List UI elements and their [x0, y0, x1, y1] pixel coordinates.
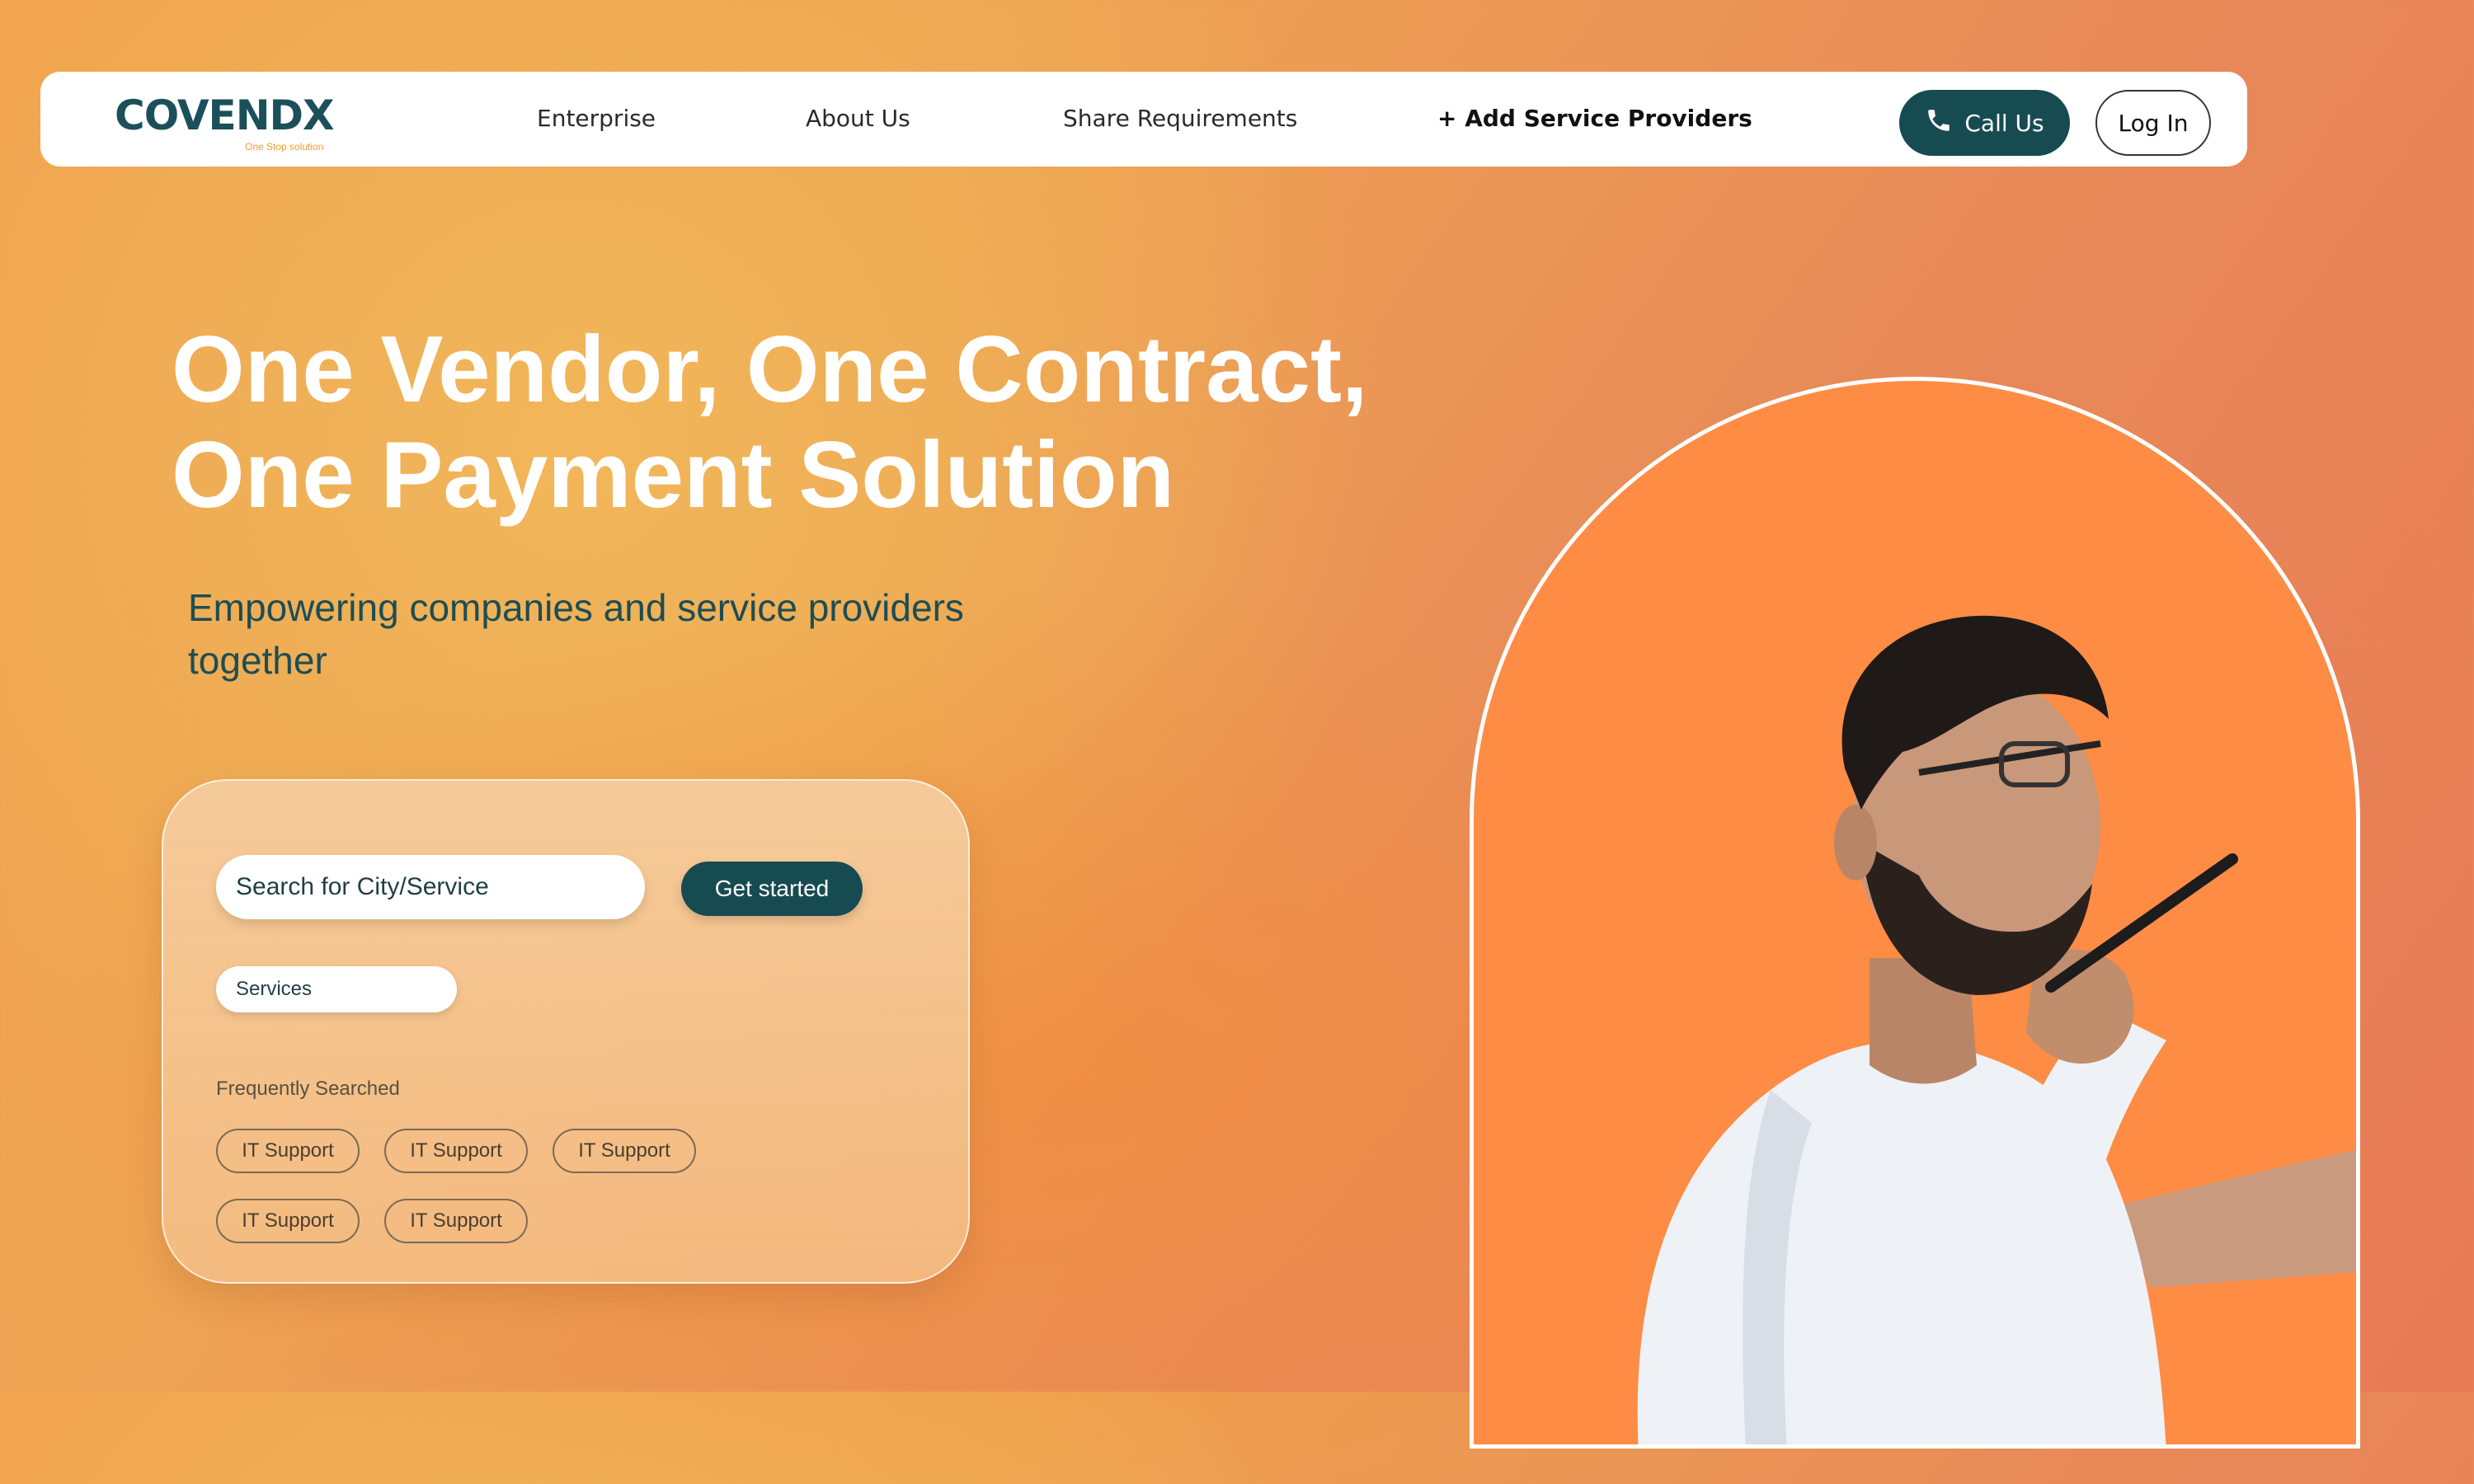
hero-title-line-1: One Vendor, One Contract, — [172, 317, 1368, 422]
frequent-search-chip[interactable]: IT Support — [384, 1199, 528, 1243]
get-started-button[interactable]: Get started — [681, 862, 863, 916]
services-dropdown[interactable]: Services — [216, 966, 457, 1012]
login-button[interactable]: Log In — [2095, 90, 2211, 156]
frequent-search-chip[interactable]: IT Support — [553, 1129, 696, 1173]
hero-title-line-2: One Payment Solution — [172, 423, 1175, 528]
frequent-search-chip[interactable]: IT Support — [384, 1129, 528, 1173]
thinking-man-photo — [1637, 615, 2356, 1444]
frequent-search-chip[interactable]: IT Support — [216, 1199, 360, 1243]
call-us-button[interactable]: Call Us — [1899, 90, 2070, 156]
nav-link-add-service-providers[interactable]: + Add Service Providers — [1437, 105, 1752, 132]
hero-subtitle: Empowering companies and service provide… — [188, 586, 964, 682]
nav-link-share-requirements[interactable]: Share Requirements — [1063, 105, 1297, 132]
hero-title: One Vendor, One Contract, One Payment So… — [172, 317, 1409, 528]
hero-photo-arch — [1470, 377, 2360, 1449]
brand-tagline: One Stop solution — [245, 141, 324, 153]
top-navbar: COVENDX One Stop solution Enterprise Abo… — [40, 72, 2247, 167]
nav-link-enterprise[interactable]: Enterprise — [537, 105, 656, 132]
search-card: Search for City/Service Get started Serv… — [162, 779, 970, 1284]
phone-icon — [1925, 106, 1953, 140]
nav-link-about-us[interactable]: About Us — [806, 105, 910, 132]
call-us-label: Call Us — [1964, 109, 2044, 137]
search-input[interactable]: Search for City/Service — [216, 855, 645, 919]
frequent-search-chip[interactable]: IT Support — [216, 1129, 360, 1173]
frequently-searched-label: Frequently Searched — [216, 1078, 400, 1100]
brand-name: COVENDX — [115, 92, 335, 139]
